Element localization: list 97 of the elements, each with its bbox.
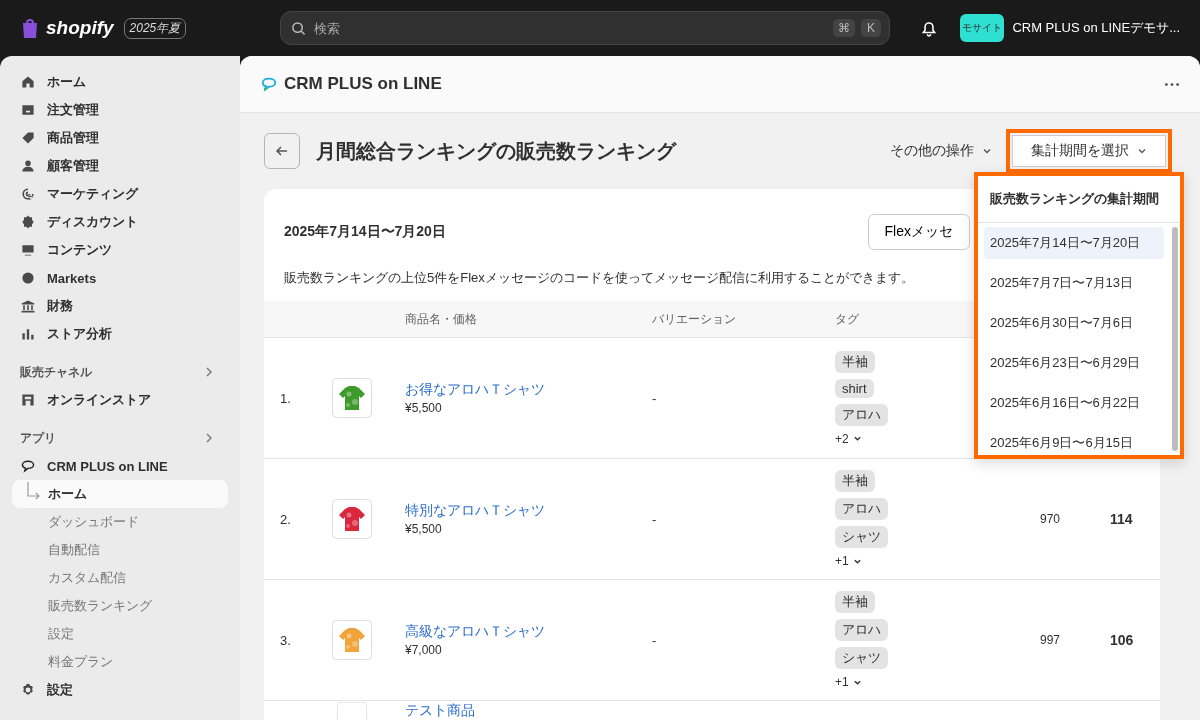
column-header: 商品名・価格 [405, 310, 477, 328]
nav-item[interactable]: オンラインストア [12, 386, 228, 414]
search-field[interactable]: 検索 ⌘ K [280, 11, 890, 45]
more-actions-button[interactable]: その他の操作 [884, 141, 998, 161]
rank-text: 1. [280, 390, 291, 406]
shortcut-key: K [861, 19, 881, 37]
shopping-bag-icon [20, 17, 40, 39]
more-tags-toggle[interactable]: +2 [835, 431, 862, 446]
back-button[interactable] [264, 133, 300, 169]
nav-item[interactable]: ディスカウント [12, 208, 228, 236]
sub-nav-item[interactable]: ホーム [12, 480, 228, 508]
table-cell: 106 [1110, 632, 1134, 648]
nav-item[interactable]: 注文管理 [12, 96, 228, 124]
table-cell: 114 [1110, 511, 1133, 527]
section-heading: アプリ [20, 429, 56, 447]
more-tags-toggle[interactable]: +1 [835, 554, 862, 568]
variation-text: - [652, 632, 657, 648]
nav-item[interactable]: 設定 [12, 676, 228, 704]
nav-item[interactable]: ストア分析 [12, 320, 228, 348]
period-heading: 2025年7月14日〜7月20日 [284, 223, 446, 241]
rank-text: 2. [280, 511, 291, 527]
edition-badge: 2025年夏 [123, 17, 187, 39]
price-text: ¥5,500 [405, 522, 443, 536]
nav-item[interactable]: CRM PLUS on LINE [12, 452, 228, 480]
period-option[interactable]: 2025年6月23日〜6月29日 [984, 347, 1164, 379]
nav-item[interactable]: 商品管理 [12, 124, 228, 152]
chart-icon [20, 326, 36, 342]
store-name[interactable]: CRM PLUS on LINEデモサ... [1012, 19, 1180, 37]
page-title: 月間総合ランキングの販売数ランキング [316, 138, 676, 164]
store-icon [20, 392, 36, 408]
more-icon[interactable] [1164, 81, 1180, 87]
tag-chip: アロハ [835, 619, 888, 641]
tag-chip: 半袖 [835, 470, 875, 492]
person-icon [20, 158, 36, 174]
period-option[interactable]: 2025年7月14日〜7月20日 [984, 227, 1164, 259]
shortcut-key: ⌘ [833, 19, 855, 37]
chevron-down-icon [1137, 146, 1147, 156]
speech-bubble-icon [20, 458, 36, 474]
nav-item[interactable]: 財務 [12, 292, 228, 320]
nav-item[interactable]: マーケティング [12, 180, 228, 208]
rank-text: 3. [280, 632, 291, 648]
chevron-down-icon [852, 434, 862, 443]
nav-item[interactable]: コンテンツ [12, 236, 228, 264]
tag-chip: 半袖 [835, 350, 875, 373]
nav-item[interactable]: Markets [12, 264, 228, 292]
search-input[interactable]: 検索 [312, 19, 827, 37]
more-tags-toggle[interactable]: +1 [835, 675, 862, 689]
tag-chip: シャツ [835, 526, 888, 548]
sub-nav-item[interactable]: 料金プラン [12, 648, 228, 676]
period-option[interactable]: 2025年6月30日〜7月6日 [984, 307, 1164, 339]
table-cell: 997 [1040, 633, 1061, 647]
period-option[interactable]: 2025年6月16日〜6月22日 [984, 387, 1164, 419]
logo-text: shopify [46, 17, 114, 39]
price-text: ¥7,000 [405, 643, 443, 657]
inbox-icon [20, 102, 36, 118]
tag-icon [20, 130, 36, 146]
column-header: バリエーション [652, 310, 736, 328]
nav-item[interactable]: 顧客管理 [12, 152, 228, 180]
product-link[interactable]: お得なアロハＴシャツ [405, 381, 652, 399]
sub-nav-item[interactable]: ダッシュボード [12, 508, 228, 536]
variation-text: - [652, 390, 657, 406]
tag-chip: 半袖 [835, 591, 875, 613]
chevron-right-icon[interactable] [204, 367, 214, 377]
flex-message-button[interactable]: Flexメッセ [867, 214, 970, 250]
sub-nav-item[interactable]: 設定 [12, 620, 228, 648]
tag-chip: アロハ [835, 498, 888, 520]
product-link[interactable]: 特別なアロハＴシャツ [405, 502, 652, 520]
app-title: CRM PLUS on LINE [284, 74, 442, 94]
content-icon [20, 242, 36, 258]
tag-chip: アロハ [835, 403, 888, 426]
speech-bubble-icon [260, 75, 278, 93]
sub-nav-item[interactable]: 販売数ランキング [12, 592, 228, 620]
sub-nav-item[interactable]: 自動配信 [12, 536, 228, 564]
scrollbar-thumb[interactable] [1172, 227, 1178, 451]
chevron-down-icon [982, 146, 992, 156]
product-link[interactable]: テスト商品 [405, 702, 652, 720]
price-text: ¥5,500 [405, 401, 443, 415]
sub-nav-item[interactable]: カスタム配信 [12, 564, 228, 592]
period-option[interactable]: 2025年7月7日〜7月13日 [984, 267, 1164, 299]
description-text: 販売数ランキングの上位5件をFlexメッセージのコードを使ってメッセージ配信に利用することができます。 [284, 269, 914, 287]
bank-icon [20, 298, 36, 314]
section-heading: 販売チャネル [20, 363, 92, 381]
product-link[interactable]: 高級なアロハＴシャツ [405, 623, 652, 641]
dropdown-title: 販売数ランキングの集計期間 [978, 176, 1180, 223]
period-option[interactable]: 2025年6月9日〜6月15日 [984, 427, 1164, 455]
gear-icon [20, 682, 36, 698]
nav-item[interactable]: ホーム [12, 68, 228, 96]
tag-chip: shirt [835, 378, 874, 398]
variation-text: - [652, 511, 657, 527]
home-icon [20, 74, 36, 90]
column-header: タグ [835, 310, 859, 328]
search-icon [291, 20, 306, 36]
tag-chip: シャツ [835, 647, 888, 669]
bell-icon[interactable] [920, 19, 939, 37]
table-cell: 970 [1040, 512, 1061, 526]
store-avatar[interactable]: モサイト [960, 14, 1005, 42]
chevron-right-icon[interactable] [204, 433, 214, 443]
